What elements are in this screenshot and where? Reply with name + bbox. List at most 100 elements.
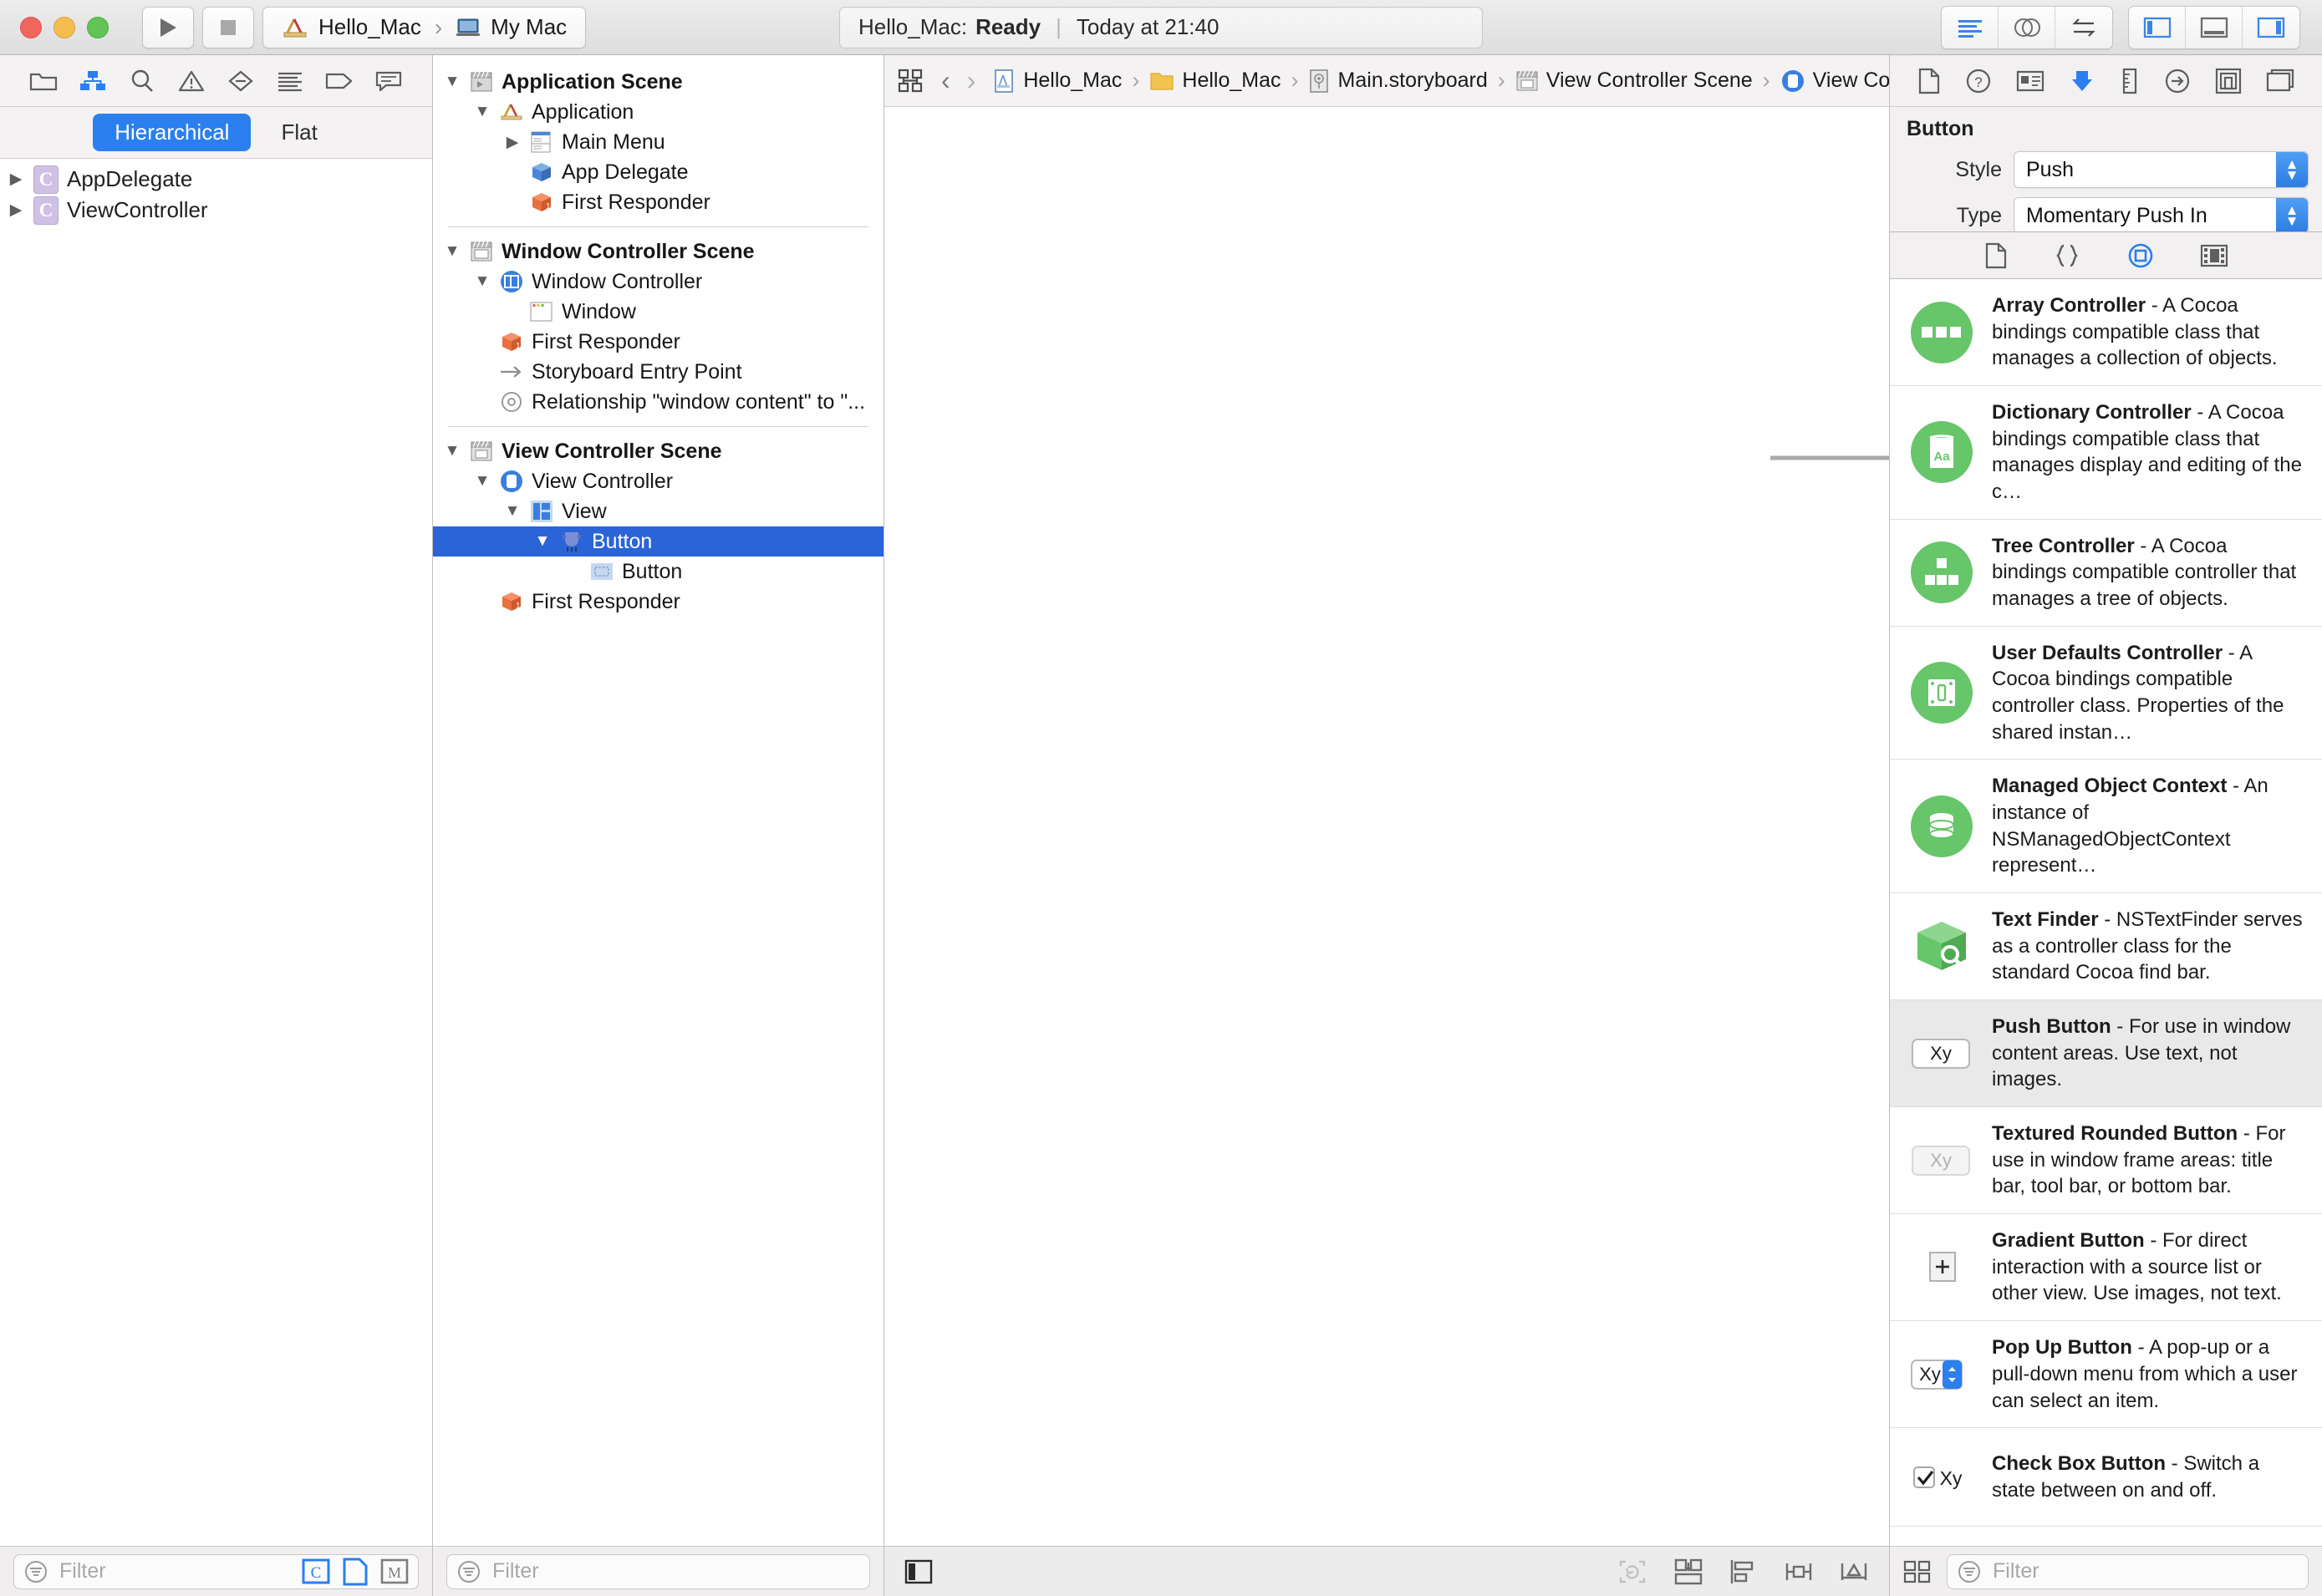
grid-view-toggle[interactable] xyxy=(1903,1559,1932,1584)
outline-row-window-controller[interactable]: ▼ Window Controller xyxy=(433,267,883,297)
help-inspector-tab[interactable]: ? xyxy=(1965,68,1992,94)
close-window-button[interactable] xyxy=(20,16,42,38)
disclosure-triangle-icon[interactable]: ▼ xyxy=(503,502,522,521)
zoom-window-button[interactable] xyxy=(87,16,109,38)
library-item-user-defaults-controller[interactable]: User Defaults Controller - A Cocoa bindi… xyxy=(1890,627,2322,760)
debug-navigator-tab[interactable] xyxy=(272,64,308,98)
standard-editor-button[interactable] xyxy=(1942,6,1999,48)
symbol-navigator-tab[interactable] xyxy=(74,64,111,98)
library-item-pop-up-button[interactable]: Xy Pop Up Button - A pop-up or a pull-do… xyxy=(1890,1321,2322,1429)
library-item-text-finder[interactable]: Text Finder - NSTextFinder serves as a c… xyxy=(1890,893,2322,1001)
outline-filter-field[interactable]: Filter xyxy=(446,1553,870,1589)
outline-row-view[interactable]: ▼ View xyxy=(433,496,883,526)
assistant-editor-button[interactable] xyxy=(1999,6,2055,48)
view-effects-inspector-tab[interactable] xyxy=(2266,69,2294,94)
disclosure-triangle-icon[interactable]: ▼ xyxy=(443,442,461,460)
media-library-tab[interactable] xyxy=(2200,243,2228,268)
filter-files-badge[interactable] xyxy=(341,1557,370,1586)
library-item-textured-rounded-button[interactable]: Xy Textured Rounded Button - For use in … xyxy=(1890,1107,2322,1215)
flat-mode-button[interactable]: Flat xyxy=(259,114,339,151)
report-navigator-tab[interactable] xyxy=(370,64,407,98)
toggle-debug-area-button[interactable] xyxy=(2186,6,2243,48)
library-item-gradient-button[interactable]: Gradient Button - For direct interaction… xyxy=(1890,1214,2322,1322)
outline-row-view-controller-scene[interactable]: ▼ View Controller Scene xyxy=(433,436,883,466)
object-library-tab[interactable] xyxy=(2126,241,2155,270)
disclosure-triangle-icon[interactable]: ▼ xyxy=(473,472,491,490)
stop-button[interactable] xyxy=(202,6,254,48)
grid-icon[interactable] xyxy=(898,69,923,94)
breakpoint-navigator-tab[interactable] xyxy=(321,64,358,98)
outline-row-storyboard-entry-point[interactable]: Storyboard Entry Point xyxy=(433,357,883,387)
toggle-inspector-button[interactable] xyxy=(2243,7,2299,48)
hierarchical-mode-button[interactable]: Hierarchical xyxy=(93,114,252,151)
disclosure-triangle-icon[interactable]: ▼ xyxy=(443,73,461,91)
activity-status-bar[interactable]: Hello_Mac: Ready | Today at 21:40 xyxy=(839,6,1483,48)
library-item-array-controller[interactable]: Array Controller - A Cocoa bindings comp… xyxy=(1890,279,2322,387)
outline-row-button-cell[interactable]: Button xyxy=(433,557,883,587)
outline-row-button-selected[interactable]: ▼ Button xyxy=(433,526,883,557)
add-constraint-icon[interactable] xyxy=(1839,1558,1869,1586)
filter-members-badge[interactable]: M xyxy=(380,1557,410,1586)
outline-row-relationship[interactable]: Relationship "window content" to "... xyxy=(433,387,883,417)
navigator-filter-field[interactable]: Filter C M xyxy=(13,1553,419,1589)
chevron-left-icon[interactable]: ‹ xyxy=(941,65,950,96)
outline-row-window[interactable]: Window xyxy=(433,297,883,327)
disclosure-triangle-icon[interactable]: ▼ xyxy=(473,103,491,121)
toggle-navigator-button[interactable] xyxy=(2129,6,2186,48)
disclosure-triangle-icon[interactable]: ▼ xyxy=(443,242,461,261)
scheme-selector[interactable]: Hello_Mac › My Mac xyxy=(262,6,587,48)
breadcrumb-item-scene[interactable]: View Controller Scene xyxy=(1515,69,1753,93)
toggle-outline-button[interactable] xyxy=(904,1559,933,1584)
type-combo[interactable]: Momentary Push In ▲ ▼ xyxy=(2014,197,2309,231)
outline-row-main-menu[interactable]: ▶ Main Menu xyxy=(433,127,883,157)
test-navigator-tab[interactable] xyxy=(222,64,259,98)
outline-row-first-responder-3[interactable]: 1 First Responder xyxy=(433,587,883,617)
object-library-list[interactable]: Array Controller - A Cocoa bindings comp… xyxy=(1890,279,2322,1546)
outline-row-first-responder-2[interactable]: 1 First Responder xyxy=(433,327,883,357)
library-filter-field[interactable]: Filter xyxy=(1947,1553,2309,1589)
library-item-dictionary-controller[interactable]: Aa Dictionary Controller - A Cocoa bindi… xyxy=(1890,386,2322,520)
outline-row-application[interactable]: ▼ Application xyxy=(433,97,883,127)
identity-inspector-tab[interactable] xyxy=(2016,69,2044,93)
pin-icon[interactable] xyxy=(1784,1558,1814,1586)
version-editor-button[interactable] xyxy=(2055,7,2112,48)
code-snippet-library-tab[interactable] xyxy=(2053,243,2081,268)
library-item-managed-object-context[interactable]: Managed Object Context - An instance of … xyxy=(1890,760,2322,894)
breadcrumb-item-folder[interactable]: Hello_Mac xyxy=(1149,69,1281,93)
breadcrumb-item-storyboard[interactable]: Main.storyboard xyxy=(1309,69,1488,94)
outline-row-view-controller[interactable]: ▼ View Controller xyxy=(433,466,883,496)
navigator-item-appdelegate[interactable]: ▶ C AppDelegate xyxy=(0,164,432,195)
chevron-right-icon[interactable]: › xyxy=(967,65,976,96)
storyboard-canvas[interactable]: View Controller xyxy=(884,107,1889,1546)
attributes-inspector-tab[interactable] xyxy=(2069,68,2095,94)
connections-inspector-tab[interactable] xyxy=(2164,68,2191,94)
run-button[interactable] xyxy=(142,6,194,48)
style-combo[interactable]: Push ▲ ▼ xyxy=(2014,151,2309,188)
outline-row-window-controller-scene[interactable]: ▼ Window Controller Scene xyxy=(433,236,883,267)
minimize-window-button[interactable] xyxy=(53,16,75,38)
size-inspector-tab[interactable] xyxy=(2120,68,2140,94)
disclosure-triangle-icon[interactable]: ▼ xyxy=(473,272,491,291)
filter-classes-badge[interactable]: C xyxy=(302,1557,331,1586)
library-item-push-button[interactable]: Xy Push Button - For use in window conte… xyxy=(1890,1000,2322,1108)
project-navigator-tab[interactable] xyxy=(25,64,62,98)
disclosure-triangle-icon[interactable]: ▶ xyxy=(7,170,25,189)
library-item-tree-controller[interactable]: Tree Controller - A Cocoa bindings compa… xyxy=(1890,520,2322,627)
find-navigator-tab[interactable] xyxy=(124,64,160,98)
resolve-auto-layout-icon[interactable] xyxy=(1617,1558,1648,1586)
stepper-icon[interactable]: ▲ ▼ xyxy=(2276,198,2308,231)
file-template-library-tab[interactable] xyxy=(1984,242,2008,269)
library-item-check-box-button[interactable]: Xy Check Box Button - Switch a state bet… xyxy=(1890,1428,2322,1527)
file-inspector-tab[interactable] xyxy=(1917,68,1941,94)
breadcrumb-item-project[interactable]: Hello_Mac xyxy=(994,69,1122,94)
disclosure-triangle-icon[interactable]: ▼ xyxy=(533,532,552,551)
outline-row-app-delegate[interactable]: App Delegate xyxy=(433,157,883,187)
disclosure-triangle-icon[interactable]: ▶ xyxy=(503,133,522,152)
navigator-item-viewcontroller[interactable]: ▶ C ViewController xyxy=(0,195,432,226)
stepper-icon[interactable]: ▲ ▼ xyxy=(2276,152,2308,187)
outline-row-application-scene[interactable]: ▼ Application Scene xyxy=(433,67,883,97)
breadcrumb-item-view-controller[interactable]: View Controller xyxy=(1780,69,1889,94)
library-item-radio-button[interactable]: Xy Radio Button - For a single choice am… xyxy=(1890,1527,2322,1546)
issue-navigator-tab[interactable] xyxy=(173,64,210,98)
bindings-inspector-tab[interactable] xyxy=(2215,68,2242,94)
